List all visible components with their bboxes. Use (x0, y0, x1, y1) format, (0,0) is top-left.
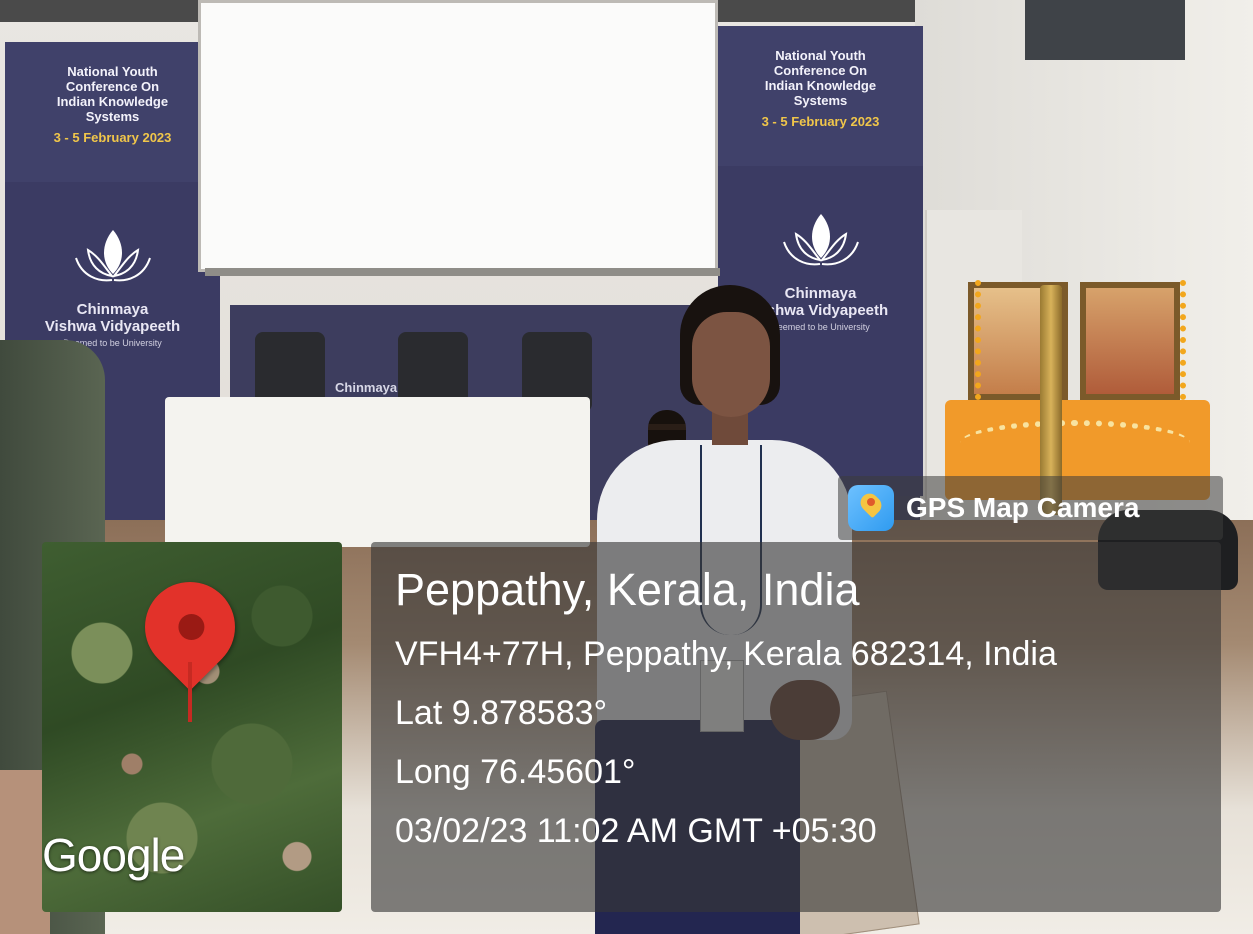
location-address: VFH4+77H, Peppathy, Kerala 682314, India (395, 635, 1057, 673)
banner-conference-line: Indian Knowledge (56, 94, 169, 109)
air-duct (1025, 0, 1185, 60)
banner-dates: 3 - 5 February 2023 (53, 130, 172, 145)
banner-conference-line: Systems (85, 109, 140, 124)
stage-table (165, 397, 590, 547)
banner-conference-line: Conference On (773, 63, 868, 78)
projector-screen-bar (205, 268, 720, 276)
gps-map-camera-icon (848, 485, 894, 531)
framed-portrait (1080, 282, 1180, 400)
lotus-logo-icon (74, 230, 151, 282)
flower-garland (975, 280, 993, 400)
banner-conference-line: National Youth (67, 64, 158, 79)
lotus-logo-icon (782, 214, 859, 266)
location-title: Peppathy, Kerala, India (395, 564, 860, 615)
projector-screen (198, 0, 718, 272)
timestamp: 03/02/23 11:02 AM GMT +05:30 (395, 812, 877, 850)
banner-header: National Youth Conference On Indian Know… (718, 26, 923, 166)
latitude-readout: Lat 9.878583° (395, 694, 608, 732)
flower-garland (1180, 280, 1198, 400)
gps-map-camera-watermark: GPS Map Camera (838, 476, 1223, 540)
map-pin-hole (173, 608, 210, 646)
altar-garland (960, 420, 1190, 466)
banner-conference-line: Indian Knowledge (764, 78, 877, 93)
brand-label: GPS Map Camera (906, 492, 1140, 523)
banner-university-name: Vishwa Vidyapeeth (44, 318, 181, 335)
person-face (692, 312, 770, 417)
banner-conference-line: National Youth (775, 48, 866, 63)
satellite-map-thumbnail: Google (42, 542, 342, 912)
banner-conference-line: Conference On (65, 79, 160, 94)
banner-university-name: Chinmaya (76, 301, 149, 318)
map-attribution: Google (42, 829, 185, 881)
banner-dates: 3 - 5 February 2023 (761, 114, 880, 129)
table-label: Chinmaya (335, 380, 398, 395)
conference-banner-right: National Youth Conference On Indian Know… (718, 26, 923, 496)
map-marker-dot (867, 498, 875, 506)
banner-conference-line: Systems (793, 93, 848, 108)
banner-header: National Youth Conference On Indian Know… (5, 42, 220, 182)
location-info-panel: Peppathy, Kerala, India VFH4+77H, Peppat… (371, 542, 1221, 912)
longitude-readout: Long 76.45601° (395, 753, 636, 791)
map-pin-tip (188, 662, 192, 722)
